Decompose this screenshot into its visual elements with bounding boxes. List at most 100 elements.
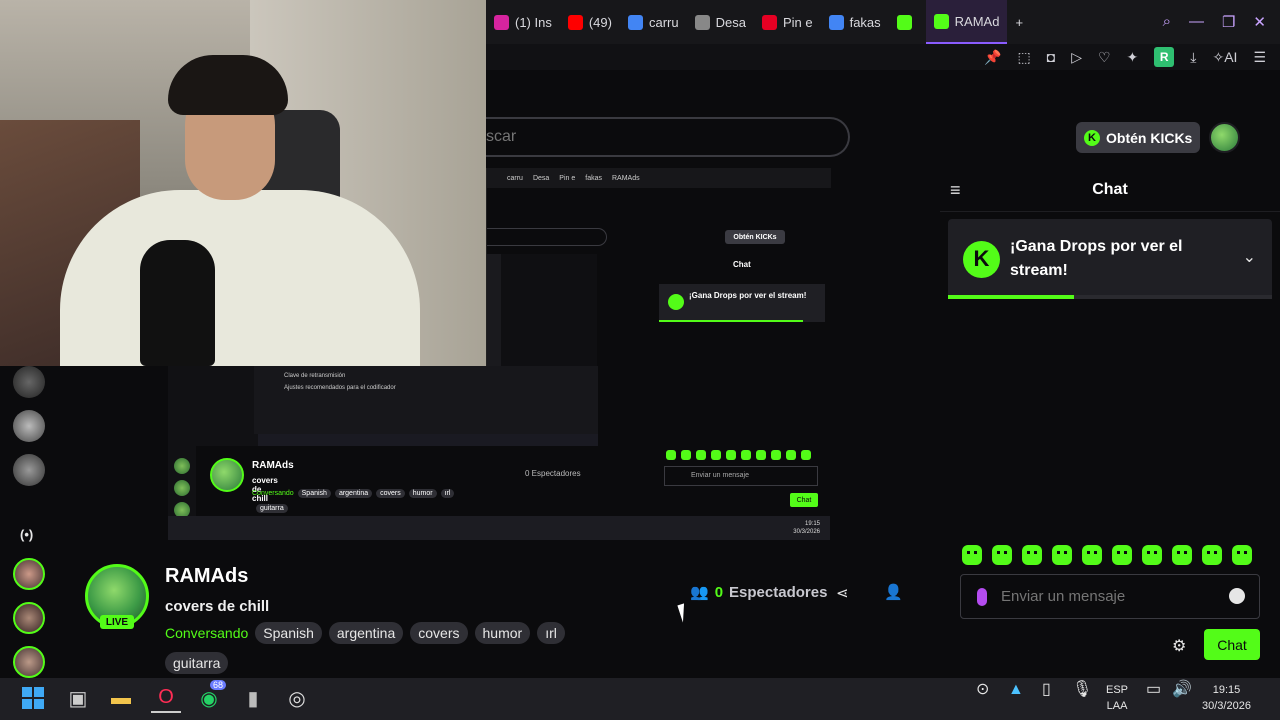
chat-input-box[interactable] — [960, 574, 1260, 619]
drops-text: ¡Gana Drops por ver el stream! — [1010, 238, 1183, 279]
get-kicks-button[interactable]: K Obtén KICKs — [1076, 122, 1200, 153]
live-channels-icon: (•) — [20, 527, 34, 542]
play-icon[interactable]: ▷ — [1071, 49, 1082, 66]
emoji-icon[interactable] — [1229, 588, 1245, 604]
sidebar-channel-avatar[interactable] — [13, 366, 45, 398]
nested-emote-row — [666, 450, 811, 460]
share-icon[interactable]: ⋖ — [836, 584, 849, 602]
language-indicator[interactable]: ESP LAA — [1106, 682, 1128, 714]
tag-chip[interactable]: Spanish — [255, 622, 322, 644]
viewers-label: Espectadores — [729, 583, 828, 601]
preview-search — [487, 228, 607, 246]
drive-icon[interactable]: ▲ — [1008, 682, 1024, 698]
tag-guitarra[interactable]: guitarra — [165, 652, 229, 674]
tab-label: RAMAd — [954, 13, 1000, 29]
clock-time: 19:15 — [1212, 684, 1241, 696]
maximize-icon[interactable]: ❐ — [1222, 13, 1235, 31]
kicks-coin-icon: K — [1084, 129, 1100, 146]
drops-banner[interactable]: K ¡Gana Drops por ver el stream! ⌄ — [948, 219, 1272, 299]
nested-tag-chip: covers — [376, 489, 405, 498]
emote-icon[interactable] — [1232, 545, 1252, 565]
close-icon[interactable]: ✕ — [1253, 13, 1266, 31]
channel-name[interactable]: RAMAds — [165, 565, 248, 588]
sidebar-live-avatar[interactable] — [13, 558, 45, 590]
emote-icon[interactable] — [1082, 545, 1102, 565]
screenshot-icon[interactable]: ⬚ — [1017, 49, 1030, 66]
user-avatar[interactable] — [1209, 122, 1240, 153]
search-tabs-icon[interactable]: ⌕ — [1163, 13, 1171, 31]
extension-r-button[interactable]: R — [1154, 47, 1175, 67]
follow-user-icon[interactable]: 👤 — [884, 583, 903, 601]
battery-icon[interactable]: ▯ — [1042, 682, 1051, 698]
heart-icon[interactable]: ♡ — [1098, 49, 1111, 66]
obs-icon[interactable]: ◎ — [282, 683, 312, 713]
copilot-icon[interactable]: ⊙ — [976, 682, 989, 698]
browser-tab[interactable]: Desa — [687, 0, 754, 44]
drops-progress-bar — [948, 295, 1272, 299]
browser-tab[interactable]: carru — [620, 0, 687, 44]
clock[interactable]: 19:15 30/3/2026 — [1202, 682, 1251, 714]
browser-tab[interactable] — [889, 0, 926, 44]
task-view-icon[interactable]: ▣ — [63, 683, 93, 713]
sidebar-channel-avatar[interactable] — [13, 454, 45, 486]
opera-browser-icon[interactable]: O — [151, 683, 181, 713]
menu-icon[interactable]: ☰ — [1253, 49, 1266, 66]
nested-emote-icon — [711, 450, 721, 460]
tag-chip[interactable]: humor — [474, 622, 531, 644]
emote-icon[interactable] — [1112, 545, 1132, 565]
tag-chip[interactable]: argentina — [328, 622, 404, 644]
extensions-icon[interactable]: ✦ — [1127, 49, 1139, 66]
file-explorer-icon[interactable]: ▬ — [106, 683, 136, 713]
mouse-cursor — [677, 603, 690, 623]
ai-label: AI — [1224, 48, 1238, 65]
collapse-chat-icon[interactable]: ≡ — [950, 180, 961, 201]
search-input[interactable] — [486, 119, 848, 155]
stream-tags: Conversando Spanish argentina covers humor ı… — [165, 622, 565, 644]
nested-sidebar-avatar — [174, 480, 190, 496]
tab-favicon-icon — [567, 14, 583, 30]
emote-icon[interactable] — [992, 545, 1012, 565]
browser-tab[interactable]: RAMAd — [925, 0, 1008, 44]
emote-icon[interactable] — [1052, 545, 1072, 565]
volume-icon[interactable]: 🔊 — [1172, 682, 1192, 698]
new-tab-button[interactable]: + — [1007, 0, 1031, 44]
emote-icon[interactable] — [962, 545, 982, 565]
network-icon[interactable]: ▭ — [1146, 682, 1161, 698]
sidebar-live-avatar[interactable] — [13, 602, 45, 634]
browser-tab[interactable]: (49) — [560, 0, 620, 44]
browser-tab[interactable]: fakas — [821, 0, 889, 44]
emote-icon[interactable] — [1172, 545, 1192, 565]
tag-chip[interactable]: ırl — [537, 622, 565, 644]
category-link[interactable]: Conversando — [165, 625, 248, 641]
microphone-icon[interactable] — [977, 587, 987, 606]
tray-microphone-icon[interactable]: 🎙 — [1072, 682, 1092, 698]
emote-icon[interactable] — [1022, 545, 1042, 565]
nested-emote-icon — [801, 450, 811, 460]
emote-icon[interactable] — [1202, 545, 1222, 565]
microphone-app-icon[interactable]: ▮ — [238, 683, 268, 713]
send-chat-button[interactable]: Chat — [1204, 629, 1260, 660]
download-icon[interactable]: ⤓ — [1190, 49, 1196, 66]
chat-message-input[interactable] — [1001, 588, 1201, 605]
sidebar-channel-avatar[interactable] — [13, 410, 45, 442]
pocket-icon[interactable]: ◘ — [1047, 49, 1055, 65]
viewers-number: 0 — [714, 583, 724, 601]
emote-icon[interactable] — [1142, 545, 1162, 565]
tag-chip[interactable]: covers — [410, 622, 468, 644]
nested-emote-icon — [726, 450, 736, 460]
minimize-icon[interactable]: — — [1189, 13, 1204, 31]
browser-tab[interactable]: Pin e — [754, 0, 821, 44]
sidebar-live-avatar[interactable] — [13, 646, 45, 678]
search-bar[interactable] — [486, 117, 850, 157]
ai-button[interactable]: ✧AI — [1212, 49, 1237, 66]
windows-start-icon[interactable] — [18, 683, 48, 713]
pin-icon[interactable]: 📌 — [984, 49, 1001, 66]
nested-obs-window: Clave de retransmisión Ajustes recomenda… — [168, 366, 598, 446]
browser-tab[interactable]: (1) Ins — [486, 0, 560, 44]
chevron-down-icon[interactable]: ⌄ — [1243, 247, 1256, 267]
nested-panel-line2: Ajustes recomendados para el codificador — [284, 385, 396, 391]
chat-panel: ≡ Chat K ¡Gana Drops por ver el stream! … — [940, 168, 1280, 678]
chat-settings-gear-icon[interactable]: ⚙ — [1172, 636, 1186, 656]
followed-channels-sidebar — [0, 366, 58, 678]
nested-channel-avatar — [210, 458, 244, 492]
